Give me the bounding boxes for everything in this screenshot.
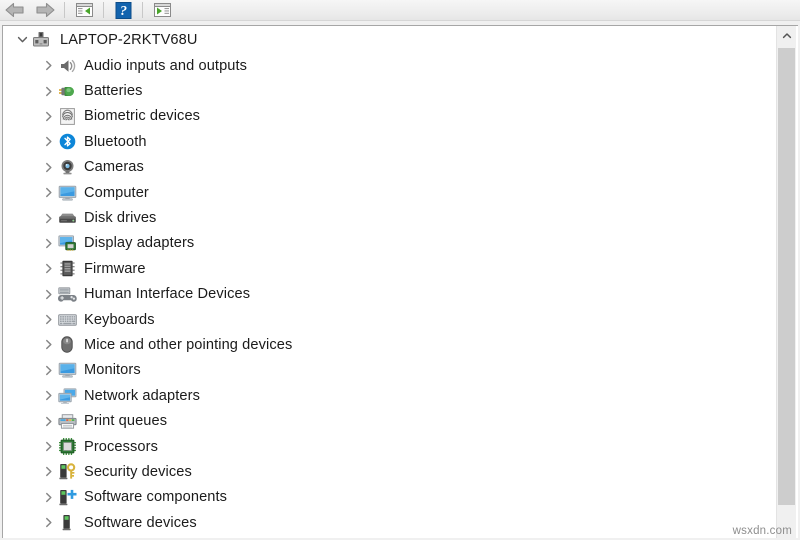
computer-device-icon (31, 31, 51, 49)
help-button[interactable]: ? (108, 0, 138, 21)
show-hide-console-tree-button[interactable] (69, 0, 99, 21)
chevron-right-icon[interactable] (39, 133, 57, 151)
software-component-icon (57, 488, 77, 506)
tree-item-label: Display adapters (84, 235, 195, 252)
chevron-right-icon[interactable] (39, 336, 57, 354)
chevron-right-icon[interactable] (39, 57, 57, 75)
svg-text:?: ? (120, 4, 127, 19)
tree-row-network-adapters[interactable]: Network adapters (3, 383, 778, 408)
disk-drive-icon (57, 209, 77, 227)
tree-item-label: Firmware (84, 260, 146, 277)
firmware-chip-icon (57, 260, 77, 278)
security-key-icon (57, 463, 77, 481)
tree-row-monitors[interactable]: Monitors (3, 358, 778, 383)
scrollbar-up-arrow[interactable] (777, 26, 796, 45)
tree-row-audio-inputs-and-outputs[interactable]: Audio inputs and outputs (3, 53, 778, 78)
chevron-right-icon[interactable] (39, 285, 57, 303)
chevron-right-icon[interactable] (39, 234, 57, 252)
scrollbar-thumb[interactable] (778, 48, 795, 505)
chevron-right-icon[interactable] (39, 260, 57, 278)
forward-button[interactable] (30, 0, 60, 21)
chevron-right-icon[interactable] (39, 361, 57, 379)
software-device-icon (57, 514, 77, 532)
tree-row-cameras[interactable]: Cameras (3, 155, 778, 180)
tree-row-firmware[interactable]: Firmware (3, 256, 778, 281)
tree-item-label: Security devices (84, 463, 192, 480)
tree-row-mice-and-other-pointing-devices[interactable]: Mice and other pointing devices (3, 332, 778, 357)
toolbar: ? (0, 0, 800, 21)
tree-row-software-components[interactable]: Software components (3, 485, 778, 510)
tree-item-label: Processors (84, 438, 158, 455)
show-hide-action-pane-button[interactable] (147, 0, 177, 21)
monitor-icon (57, 361, 77, 379)
tree-row-disk-drives[interactable]: Disk drives (3, 205, 778, 230)
chevron-right-icon[interactable] (39, 311, 57, 329)
chevron-right-icon[interactable] (39, 412, 57, 430)
tree-item-label: Batteries (84, 83, 143, 100)
toolbar-separator-2 (103, 2, 104, 18)
tree-item-label: Disk drives (84, 210, 157, 227)
chevron-right-icon[interactable] (39, 438, 57, 456)
tree-item-label: Keyboards (84, 311, 155, 328)
monitor-icon (57, 184, 77, 202)
console-tree-pane: LAPTOP-2RKTV68U Audio inputs and outputs… (2, 25, 798, 538)
chevron-right-icon[interactable] (39, 387, 57, 405)
tree-row-software-devices[interactable]: Software devices (3, 510, 778, 535)
tree-item-label: Human Interface Devices (84, 286, 251, 303)
tree-item-label: Network adapters (84, 387, 200, 404)
tree-row-computer[interactable]: Computer (3, 180, 778, 205)
tree-row-keyboards[interactable]: Keyboards (3, 307, 778, 332)
tree-row-display-adapters[interactable]: Display adapters (3, 231, 778, 256)
tree-row-security-devices[interactable]: Security devices (3, 459, 778, 484)
tree-row-processors[interactable]: Processors (3, 434, 778, 459)
device-manager-window: ? LAPTOP-2RKTV68U Audio inputs and outpu… (0, 0, 800, 540)
speaker-icon (57, 57, 77, 75)
tree-item-label: Computer (84, 184, 149, 201)
tree-row-bluetooth[interactable]: Bluetooth (3, 129, 778, 154)
display-adapter-icon (57, 234, 77, 252)
tree-item-label: Software devices (84, 514, 197, 531)
device-tree[interactable]: LAPTOP-2RKTV68U Audio inputs and outputs… (3, 26, 778, 537)
tree-root-label: LAPTOP-2RKTV68U (60, 31, 198, 48)
tree-row-root[interactable]: LAPTOP-2RKTV68U (3, 26, 778, 53)
back-button[interactable] (0, 0, 30, 21)
network-adapter-icon (57, 387, 77, 405)
tree-item-label: Print queues (84, 413, 168, 430)
chevron-right-icon[interactable] (39, 488, 57, 506)
tree-row-batteries[interactable]: Batteries (3, 78, 778, 103)
battery-plug-icon (57, 82, 77, 100)
chevron-right-icon[interactable] (39, 107, 57, 125)
tree-item-label: Monitors (84, 362, 141, 379)
bluetooth-icon (57, 133, 77, 151)
toolbar-separator-3 (142, 2, 143, 18)
tree-item-label: Mice and other pointing devices (84, 336, 293, 353)
tree-item-label: Biometric devices (84, 108, 201, 125)
chevron-right-icon[interactable] (39, 209, 57, 227)
processor-chip-icon (57, 438, 77, 456)
vertical-scrollbar[interactable] (776, 26, 796, 538)
tree-row-human-interface-devices[interactable]: Human Interface Devices (3, 282, 778, 307)
chevron-right-icon[interactable] (39, 514, 57, 532)
tree-row-print-queues[interactable]: Print queues (3, 408, 778, 433)
watermark: wsxdn.com (732, 525, 792, 537)
chevron-right-icon[interactable] (39, 82, 57, 100)
printer-icon (57, 412, 77, 430)
tree-item-label: Bluetooth (84, 133, 147, 150)
tree-item-label: Audio inputs and outputs (84, 57, 248, 74)
mouse-icon (57, 336, 77, 354)
camera-icon (57, 158, 77, 176)
chevron-right-icon[interactable] (39, 184, 57, 202)
tree-row-biometric-devices[interactable]: Biometric devices (3, 104, 778, 129)
hid-gamepad-icon (57, 285, 77, 303)
keyboard-icon (57, 311, 77, 329)
tree-item-label: Cameras (84, 159, 144, 176)
chevron-down-icon[interactable] (13, 31, 31, 49)
fingerprint-icon (57, 107, 77, 125)
tree-item-label: Software components (84, 489, 228, 506)
chevron-right-icon[interactable] (39, 463, 57, 481)
chevron-right-icon[interactable] (39, 158, 57, 176)
toolbar-separator-1 (64, 2, 65, 18)
